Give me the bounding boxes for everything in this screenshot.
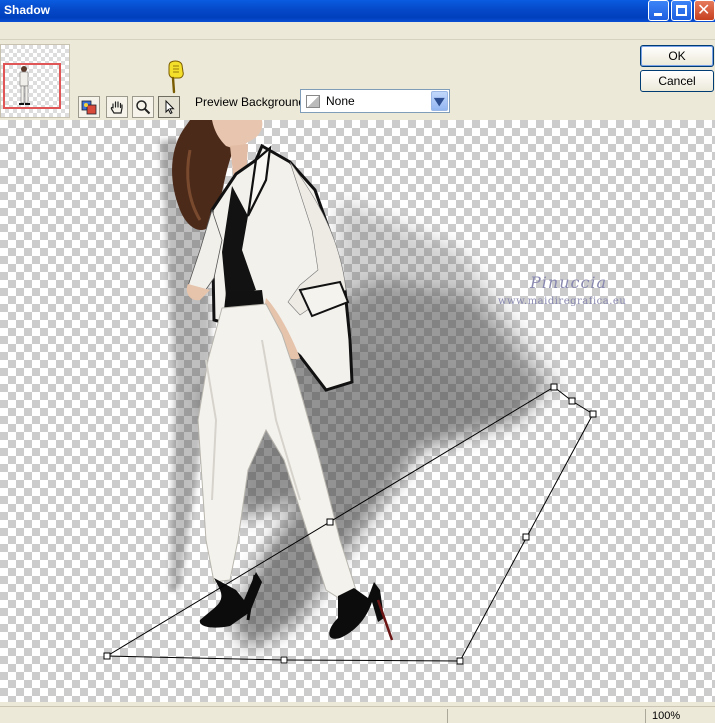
watermark-url: www.maidiregrafica.eu bbox=[498, 296, 627, 307]
magnifier-icon bbox=[136, 100, 151, 115]
title-bar[interactable]: Shadow ✕ bbox=[0, 0, 715, 22]
preview-background-value: None bbox=[326, 94, 355, 108]
ok-button[interactable]: OK bbox=[640, 45, 714, 67]
handle-right-mid bbox=[522, 533, 530, 541]
minimize-button[interactable] bbox=[648, 0, 669, 21]
handle-top-mid bbox=[568, 397, 576, 405]
background-swatch-icon bbox=[306, 95, 320, 108]
close-icon: ✕ bbox=[697, 0, 711, 19]
handle-bottom-mid bbox=[280, 656, 288, 664]
hand-icon bbox=[110, 101, 123, 114]
shadow-dialog: Shadow ✕ Preview Background: None ▼ OK C… bbox=[0, 0, 715, 723]
zoom-level: 100% bbox=[652, 710, 681, 722]
chevron-down-icon: ▼ bbox=[433, 94, 446, 108]
handle-left-mid bbox=[326, 518, 334, 526]
color-swatch-icon bbox=[81, 100, 97, 115]
preview-artwork bbox=[103, 120, 597, 665]
cancel-button[interactable]: Cancel bbox=[640, 70, 714, 92]
maximize-icon bbox=[676, 5, 687, 16]
handle-top-right bbox=[589, 410, 597, 418]
handle-bottom-left bbox=[103, 652, 111, 660]
preview-tool-button[interactable] bbox=[78, 96, 100, 118]
pan-tool-button[interactable] bbox=[106, 96, 128, 118]
handle-top-left bbox=[550, 383, 558, 391]
preview-background-select[interactable]: None ▼ bbox=[300, 89, 450, 113]
overview-thumbnail[interactable] bbox=[0, 44, 70, 118]
overview-figure-icon bbox=[19, 66, 30, 105]
window-title: Shadow bbox=[4, 3, 51, 17]
preview-canvas[interactable]: Pinuccia www.maidiregrafica.eu bbox=[0, 120, 715, 702]
dropdown-button[interactable]: ▼ bbox=[431, 91, 448, 111]
status-divider bbox=[447, 709, 448, 723]
pointing-hand-icon bbox=[168, 60, 184, 94]
maximize-button[interactable] bbox=[671, 0, 692, 21]
watermark-title: Pinuccia bbox=[530, 273, 608, 292]
menu-strip bbox=[0, 22, 715, 40]
zoom-tool-button[interactable] bbox=[132, 96, 154, 118]
handle-bottom-right bbox=[456, 657, 464, 665]
close-button[interactable]: ✕ bbox=[694, 0, 715, 21]
minimize-icon bbox=[654, 13, 662, 16]
pick-tool-button[interactable] bbox=[158, 96, 180, 118]
preview-background-label: Preview Background: bbox=[195, 95, 309, 109]
arrow-pointer-icon bbox=[165, 99, 175, 115]
status-divider bbox=[645, 709, 646, 723]
status-bar: 100% bbox=[0, 706, 715, 723]
